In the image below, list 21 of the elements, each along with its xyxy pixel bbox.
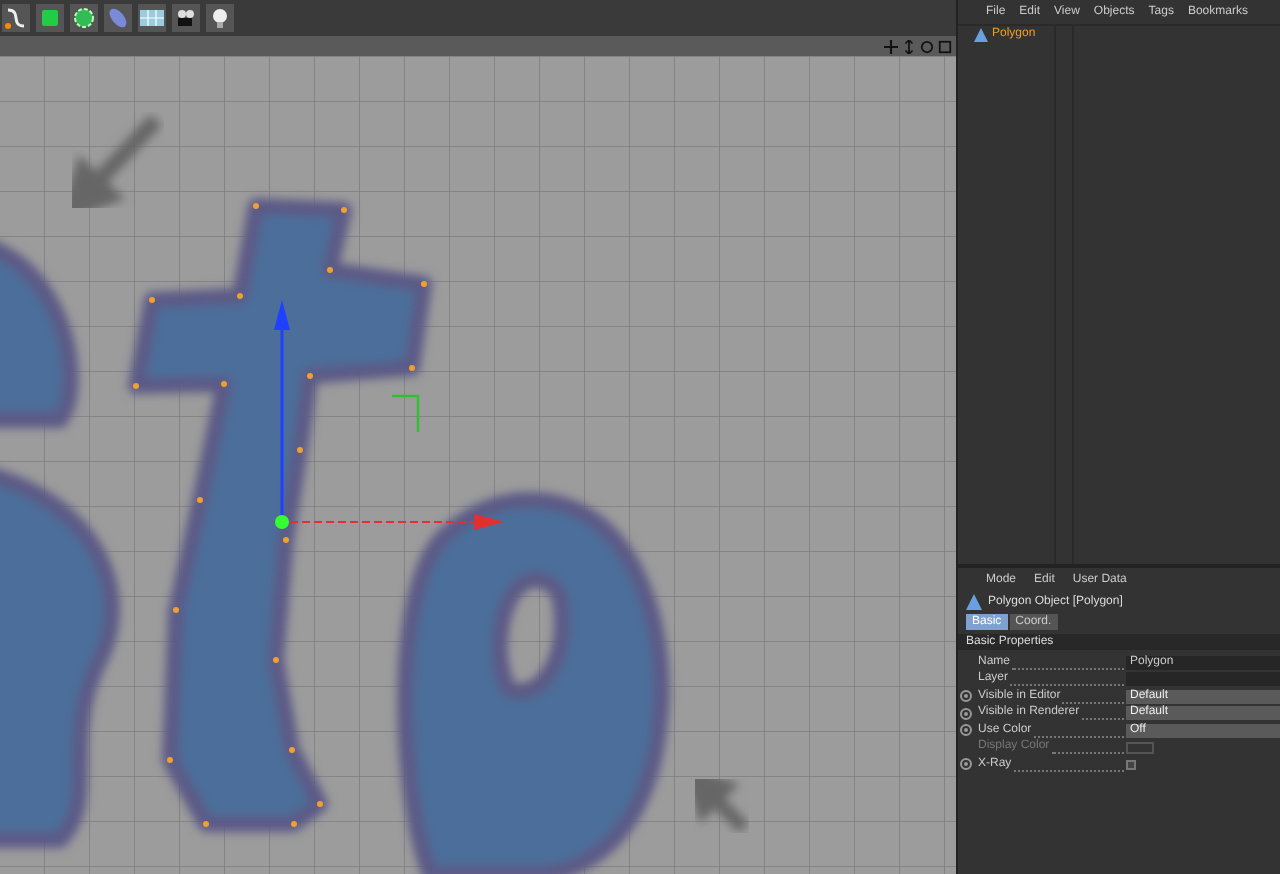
arrow-mark bbox=[57, 114, 162, 224]
arrows-icon[interactable] bbox=[902, 39, 916, 53]
spline-tool-icon[interactable] bbox=[2, 4, 30, 32]
animate-icon[interactable] bbox=[960, 707, 972, 720]
text-field[interactable] bbox=[1126, 672, 1280, 687]
arrow-mark bbox=[680, 764, 749, 833]
animate-icon[interactable] bbox=[960, 724, 972, 737]
floor-grid-icon[interactable] bbox=[138, 4, 166, 32]
polygon-object-icon bbox=[974, 28, 988, 42]
color-swatch[interactable] bbox=[1126, 741, 1154, 754]
move-icon[interactable] bbox=[884, 39, 898, 53]
checkbox[interactable] bbox=[1126, 759, 1136, 770]
maximize-icon[interactable] bbox=[938, 39, 952, 53]
cube-icon[interactable] bbox=[36, 4, 64, 32]
camera-icon[interactable] bbox=[172, 4, 200, 32]
pivot-point bbox=[275, 515, 289, 529]
light-bulb-icon[interactable] bbox=[206, 4, 234, 32]
animate-icon[interactable] bbox=[960, 758, 972, 771]
z-axis-marker bbox=[392, 394, 420, 432]
animate-icon[interactable] bbox=[960, 690, 972, 703]
rotate-icon[interactable] bbox=[920, 39, 934, 53]
